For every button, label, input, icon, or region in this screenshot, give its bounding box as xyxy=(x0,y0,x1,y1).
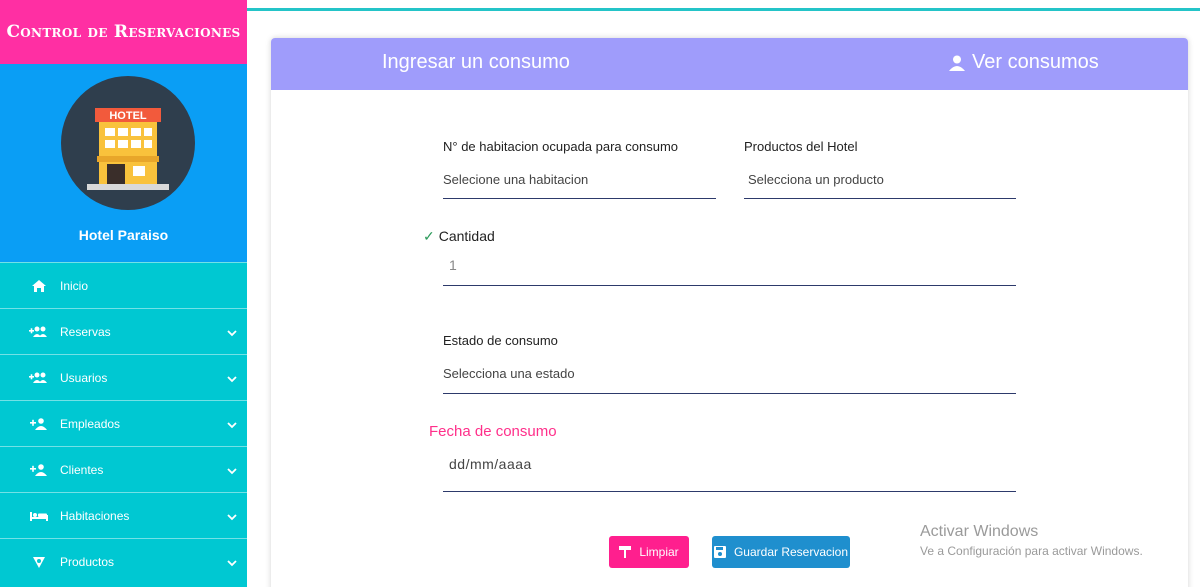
brand-title: Control de Reservaciones xyxy=(6,22,241,42)
product-select-underline xyxy=(744,198,1016,199)
quantity-input-underline xyxy=(443,285,1016,286)
sidebar-item-label: Habitaciones xyxy=(60,508,130,523)
clear-button-label: Limpiar xyxy=(639,545,679,559)
status-select[interactable]: Selecciona una estado xyxy=(443,366,575,381)
user-icon xyxy=(949,55,965,71)
consumption-form-card: Ingresar un consumo Ver consumos N° de h… xyxy=(271,38,1188,587)
sidebar-item-empleados[interactable]: Empleados xyxy=(0,400,247,446)
sidebar-item-habitaciones[interactable]: Habitaciones xyxy=(0,492,247,538)
hotel-avatar: HOTEL xyxy=(61,76,195,210)
view-consumptions-label: Ver consumos xyxy=(972,51,1099,73)
room-select-underline xyxy=(443,198,716,199)
product-field-label: Productos del Hotel xyxy=(744,139,858,154)
sidebar: Control de Reservaciones HOTEL Hotel Par… xyxy=(0,0,247,587)
user-add-icon xyxy=(28,463,50,476)
sidebar-item-label: Reservas xyxy=(60,324,111,339)
product-select[interactable]: Selecciona un producto xyxy=(748,172,884,187)
status-select-underline xyxy=(443,393,1016,394)
save-reservation-button[interactable]: Guardar Reservacion xyxy=(712,536,850,568)
chevron-down-icon xyxy=(227,556,237,570)
profile-panel: HOTEL Hotel Paraiso xyxy=(0,64,247,262)
save-button-label: Guardar Reservacion xyxy=(733,545,849,559)
chevron-down-icon xyxy=(227,372,237,386)
check-icon: ✓ xyxy=(423,228,435,244)
top-accent-line xyxy=(247,8,1200,11)
sidebar-item-label: Empleados xyxy=(60,416,121,431)
status-field-label: Estado de consumo xyxy=(443,333,558,348)
hotel-building-icon: HOTEL xyxy=(87,108,169,190)
watermark-subtitle: Ve a Configuración para activar Windows. xyxy=(920,544,1143,558)
watermark-title: Activar Windows xyxy=(920,523,1039,540)
clear-button[interactable]: Limpiar xyxy=(609,536,689,568)
chevron-down-icon xyxy=(227,326,237,340)
user-add-icon xyxy=(28,417,50,430)
sidebar-item-label: Productos xyxy=(60,554,115,569)
view-consumptions-link[interactable]: Ver consumos xyxy=(948,51,1099,74)
hotel-name: Hotel Paraiso xyxy=(78,227,169,243)
chevron-down-icon xyxy=(227,418,237,432)
sidebar-item-usuarios[interactable]: Usuarios xyxy=(0,354,247,400)
hotel-sign-text: HOTEL xyxy=(109,110,147,122)
date-field-label: Fecha de consumo xyxy=(429,423,557,440)
date-input[interactable]: dd/mm/aaaa xyxy=(449,456,532,472)
card-header: Ingresar un consumo Ver consumos xyxy=(271,38,1188,90)
sidebar-item-label: Clientes xyxy=(60,462,104,477)
sidebar-item-label: Inicio xyxy=(60,278,89,293)
home-icon xyxy=(28,279,50,293)
date-input-underline xyxy=(443,491,1016,492)
sidebar-item-productos[interactable]: Productos xyxy=(0,538,247,584)
tab-ingresar-consumo[interactable]: Ingresar un consumo xyxy=(382,51,570,74)
chevron-down-icon xyxy=(227,510,237,524)
room-field-label: N° de habitacion ocupada para consumo xyxy=(443,139,679,154)
room-select[interactable]: Selecione una habitacion xyxy=(443,172,588,187)
sidebar-item-inicio[interactable]: Inicio xyxy=(0,262,247,308)
floppy-disk-icon xyxy=(713,546,726,558)
activation-watermark: Activar Windows Ve a Configuración para … xyxy=(920,523,1143,558)
chevron-down-icon xyxy=(227,464,237,478)
bed-icon xyxy=(28,510,50,522)
paint-roller-icon xyxy=(619,546,632,558)
user-group-add-icon xyxy=(28,326,50,338)
sidebar-item-clientes[interactable]: Clientes xyxy=(0,446,247,492)
quantity-label-text: Cantidad xyxy=(438,228,495,244)
user-group-add-icon xyxy=(28,372,50,384)
quantity-input[interactable]: 1 xyxy=(449,257,457,273)
product-icon xyxy=(28,555,50,569)
quantity-field-label: ✓ Cantidad xyxy=(423,228,495,245)
sidebar-item-label: Usuarios xyxy=(60,370,108,385)
sidebar-item-reservas[interactable]: Reservas xyxy=(0,308,247,354)
brand-bar: Control de Reservaciones xyxy=(0,0,247,64)
